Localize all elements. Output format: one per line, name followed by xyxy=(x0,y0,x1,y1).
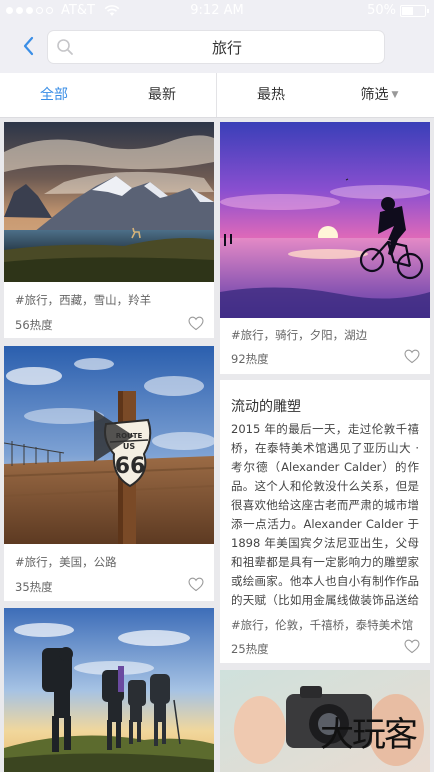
feed-card-route66[interactable]: ROUTE US 66 #旅行，美国，公路 35热度 xyxy=(4,346,214,601)
feed-card-article[interactable]: 流动的雕塑 2015 年的最后一天，走过伦敦千禧桥，在泰特美术馆遇见了亚历山大 … xyxy=(220,380,430,663)
article-title: 流动的雕塑 xyxy=(231,399,301,415)
card-heat: 35热度 xyxy=(15,580,53,594)
heart-icon[interactable] xyxy=(188,577,204,592)
filter-tabs: 全部 最新 最热 筛选 ▼ xyxy=(0,73,434,118)
card-heat: 25热度 xyxy=(231,642,269,656)
tab-all[interactable]: 全部 xyxy=(0,73,108,117)
heart-icon[interactable] xyxy=(188,316,204,331)
heart-icon[interactable] xyxy=(404,639,420,654)
heart-icon[interactable] xyxy=(404,349,420,364)
cyclist-sunset-photo xyxy=(220,122,430,318)
feed-card-mountain[interactable]: #旅行，西藏，雪山，羚羊 56热度 xyxy=(4,122,214,338)
tab-hottest[interactable]: 最热 xyxy=(217,73,325,117)
card-heat: 56热度 xyxy=(15,318,53,332)
card-tags: #旅行，西藏，雪山，羚羊 xyxy=(15,293,152,307)
card-tags: #旅行，伦敦，千禧桥，泰特美术馆 xyxy=(231,618,414,632)
feed-card-hikers[interactable] xyxy=(4,608,214,772)
article-excerpt: 2015 年的最后一天，走过伦敦千禧桥，在泰特美术馆遇见了亚历山大 · 考尔德（… xyxy=(231,422,419,607)
battery-percent: 50% xyxy=(367,3,396,18)
feed-card-cyclist[interactable]: #旅行，骑行，夕阳，湖边 92热度 xyxy=(220,122,430,374)
tab-filter[interactable]: 筛选 ▼ xyxy=(325,73,434,117)
card-heat: 92热度 xyxy=(231,352,269,366)
battery-icon xyxy=(400,4,429,17)
mountain-lake-photo xyxy=(4,122,214,282)
back-chevron-icon[interactable] xyxy=(20,34,38,58)
top-bar: AT&T 9:12 AM 50% xyxy=(0,0,434,73)
search-input[interactable] xyxy=(82,31,372,63)
filter-dropdown-icon: ▼ xyxy=(391,90,399,100)
search-icon xyxy=(57,39,73,55)
tab-latest[interactable]: 最新 xyxy=(108,73,216,117)
status-right: 50% xyxy=(367,3,429,18)
card-tags: #旅行，美国，公路 xyxy=(15,555,117,569)
search-bar[interactable] xyxy=(48,31,384,63)
status-bar: AT&T 9:12 AM 50% xyxy=(0,0,434,22)
feed-card-camera[interactable]: 大玩客 xyxy=(220,670,430,772)
watermark-logo: 大玩客 xyxy=(320,715,418,755)
card-tags: #旅行，骑行，夕阳，湖边 xyxy=(231,328,368,342)
play-video-icon[interactable] xyxy=(90,408,138,464)
hikers-photo xyxy=(4,608,214,772)
